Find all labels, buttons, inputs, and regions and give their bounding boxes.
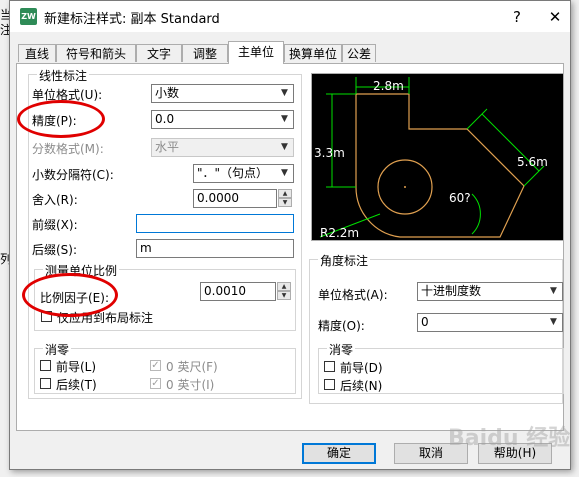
zero-feet-checkbox: ✓ — [150, 360, 161, 371]
linear-dimensions-title: 线性标注 — [37, 67, 90, 84]
decimal-separator-select[interactable]: "．"（句点） ▼ — [193, 164, 294, 183]
angular-unit-format-select[interactable]: 十进制度数 ▼ — [417, 282, 563, 301]
unit-format-value: 小数 — [155, 86, 180, 100]
decimal-separator-value: "．"（句点） — [197, 166, 269, 180]
highlight-circle — [22, 273, 118, 317]
tab-primary-units[interactable]: 主单位 — [228, 41, 284, 64]
highlight-circle — [17, 100, 105, 138]
dialog-title: 新建标注样式: 副本 Standard — [44, 12, 220, 27]
zero-inches-label: 0 英寸(I) — [166, 378, 215, 392]
tab-bar: 直线 符号和箭头 文字 调整 主单位 换算单位 公差 — [14, 41, 554, 64]
leading-zero-label: 前导(L) — [56, 360, 97, 374]
precision-value: 0.0 — [155, 112, 175, 126]
angular-trailing-zero-label: 后续(N) — [340, 379, 383, 393]
preview-label-radius: R2.2m — [320, 226, 359, 240]
preview-label-width: 2.8m — [373, 79, 404, 93]
chevron-down-icon: ▼ — [281, 114, 288, 124]
tab-fit[interactable]: 调整 — [182, 44, 228, 62]
decimal-separator-label: 小数分隔符(C): — [32, 168, 114, 182]
trailing-zero-checkbox[interactable] — [40, 378, 51, 389]
preview-label-slant: 5.6m — [517, 155, 548, 169]
title-bar: ZW 新建标注样式: 副本 Standard ? ✕ — [10, 1, 570, 32]
linear-zero-suppression-title: 消零 — [43, 341, 72, 358]
chevron-down-icon: ▼ — [550, 286, 557, 296]
tab-tolerances[interactable]: 公差 — [342, 44, 376, 62]
preview-label-height: 3.3m — [314, 146, 345, 160]
angular-leading-zero-label: 前导(D) — [340, 361, 383, 375]
preview-center-mark — [404, 186, 406, 188]
prefix-label: 前缀(X): — [32, 218, 78, 232]
dimension-style-dialog: ZW 新建标注样式: 副本 Standard ? ✕ 直线 符号和箭头 文字 调… — [9, 0, 571, 470]
ok-button[interactable]: 确定 — [302, 443, 376, 464]
fraction-format-label: 分数格式(M): — [32, 142, 104, 156]
tab-text[interactable]: 文字 — [136, 44, 182, 62]
angular-precision-select[interactable]: 0 ▼ — [417, 313, 563, 332]
angular-unit-format-label: 单位格式(A): — [318, 288, 388, 302]
angular-trailing-zero-checkbox[interactable] — [324, 379, 335, 390]
preview-drawing: 2.8m 3.3m 5.6m 60? R2.2m — [314, 77, 548, 240]
suffix-input[interactable]: m — [136, 239, 294, 258]
fraction-format-select: 水平 ▼ — [151, 138, 294, 157]
preview-extension-line — [466, 108, 488, 130]
preview-label-angle: 60? — [449, 191, 471, 205]
tab-alternate-units[interactable]: 换算单位 — [284, 44, 342, 62]
tab-lines[interactable]: 直线 — [18, 44, 56, 62]
preview-extension-line — [523, 165, 545, 187]
scale-factor-spinner[interactable]: ▲ ▼ — [277, 282, 291, 301]
unit-format-select[interactable]: 小数 ▼ — [151, 84, 294, 103]
zero-inches-checkbox: ✓ — [150, 378, 161, 389]
round-off-spinner[interactable]: ▲ ▼ — [278, 189, 292, 208]
scale-factor-input[interactable]: 0.0010 — [200, 282, 276, 301]
app-icon: ZW — [20, 8, 37, 25]
angular-precision-label: 精度(O): — [318, 319, 365, 333]
angular-unit-format-value: 十进制度数 — [421, 284, 482, 298]
chevron-down-icon: ▼ — [281, 88, 288, 98]
prefix-input[interactable] — [136, 214, 294, 233]
leading-zero-checkbox[interactable] — [40, 360, 51, 371]
zero-feet-label: 0 英尺(F) — [166, 360, 218, 374]
round-off-input[interactable]: 0.0000 — [193, 189, 277, 208]
angular-dimensions-title: 角度标注 — [318, 252, 371, 269]
close-icon[interactable]: ✕ — [540, 5, 570, 29]
suffix-label: 后缀(S): — [32, 243, 78, 257]
precision-select[interactable]: 0.0 ▼ — [151, 110, 294, 129]
chevron-down-icon: ▼ — [281, 142, 288, 152]
tab-symbols-arrows[interactable]: 符号和箭头 — [56, 44, 136, 62]
angular-zero-suppression-title: 消零 — [327, 341, 356, 358]
chevron-down-icon: ▼ — [281, 168, 288, 178]
preview-angle-arc — [471, 193, 481, 235]
trailing-zero-label: 后续(T) — [56, 378, 97, 392]
round-off-label: 舍入(R): — [32, 193, 78, 207]
angular-leading-zero-checkbox[interactable] — [324, 361, 335, 372]
watermark: Baidu 经验 — [448, 426, 571, 451]
chevron-down-icon: ▼ — [550, 317, 557, 327]
dimension-preview: 2.8m 3.3m 5.6m 60? R2.2m — [311, 73, 564, 241]
angular-precision-value: 0 — [421, 315, 429, 329]
fraction-format-value: 水平 — [155, 140, 180, 154]
preview-outline — [355, 93, 525, 238]
help-icon[interactable]: ? — [502, 5, 532, 29]
